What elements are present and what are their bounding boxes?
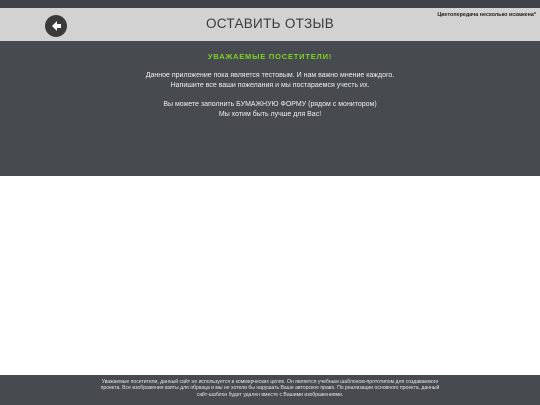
color-note: Цветопередача несколько искажена* xyxy=(437,12,536,18)
page-title: ОСТАВИТЬ ОТЗЫВ xyxy=(205,16,335,31)
paper-form-line-2: Мы хотим быть лучше для Вас! xyxy=(218,110,322,118)
paper-form-line-1: Вы можете заполнить БУМАЖНУЮ ФОРМУ (рядо… xyxy=(163,101,377,108)
intro-line-2: Напишите все ваши пожелания и мы постара… xyxy=(170,81,370,89)
footer-disclaimer: Уважаемые посетители, данный сайт не исп… xyxy=(0,375,540,405)
intro-paragraph: Данное приложение пока является тестовым… xyxy=(0,71,540,90)
disclaimer-line-2: проекта. Все изображения взяты для образ… xyxy=(100,385,440,392)
intro-line-1: Данное приложение пока является тестовым… xyxy=(145,72,395,79)
panel-headline: УВАЖАЕМЫЕ ПОСЕТИТЕЛИ! xyxy=(207,52,333,61)
info-panel: УВАЖАЕМЫЕ ПОСЕТИТЕЛИ! Данное приложение … xyxy=(0,41,540,176)
top-strip xyxy=(0,0,540,8)
paper-form-paragraph: Вы можете заполнить БУМАЖНУЮ ФОРМУ (рядо… xyxy=(0,100,540,119)
header-bar: ОСТАВИТЬ ОТЗЫВ Цветопередача несколько и… xyxy=(0,8,540,41)
disclaimer-line-3: сайт-шаблон будет удален вместе с Вашими… xyxy=(196,391,344,398)
